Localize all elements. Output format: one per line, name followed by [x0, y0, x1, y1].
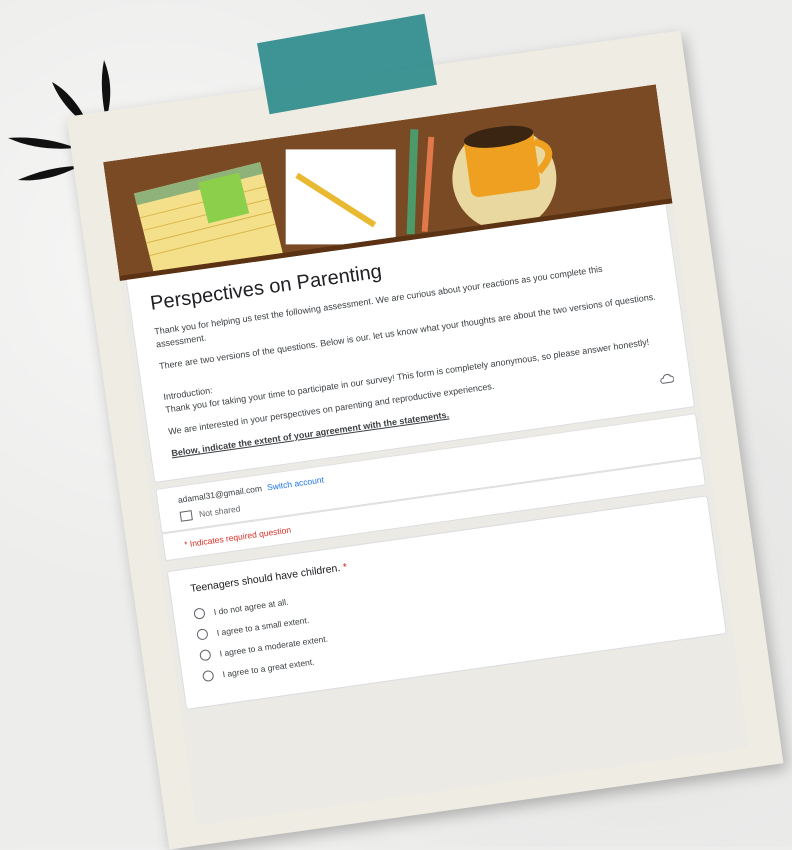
switch-account-link[interactable]: Switch account — [266, 475, 324, 493]
radio-empty-icon[interactable] — [202, 669, 215, 683]
shared-status: Not shared — [198, 503, 242, 520]
question-text: Teenagers should have children. — [189, 562, 342, 596]
option-label: I agree to a moderate extent. — [218, 633, 329, 659]
required-asterisk: * — [342, 561, 348, 574]
not-shared-icon — [179, 510, 193, 522]
radio-empty-icon[interactable] — [193, 607, 206, 620]
option-label: I do not agree at all. — [213, 596, 289, 617]
cloud-save-icon — [660, 374, 675, 384]
radio-empty-icon[interactable] — [196, 628, 209, 641]
option-label: I agree to a small extent. — [216, 614, 310, 638]
google-form-screenshot: Perspectives on Parenting Thank you for … — [103, 84, 750, 826]
printed-photo: Perspectives on Parenting Thank you for … — [66, 30, 784, 850]
radio-empty-icon[interactable] — [199, 648, 212, 662]
option-label: I agree to a great extent. — [221, 656, 316, 679]
